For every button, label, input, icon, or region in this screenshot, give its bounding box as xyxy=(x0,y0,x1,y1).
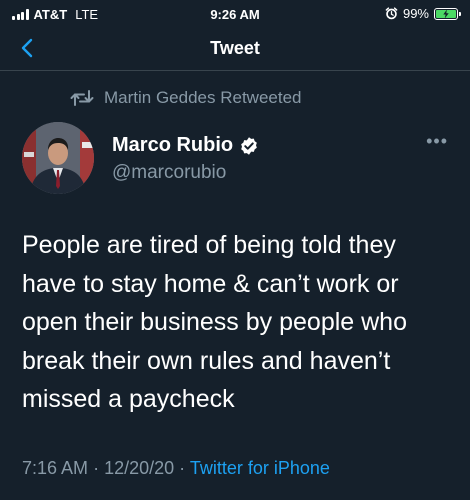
more-button[interactable]: ••• xyxy=(426,132,448,150)
more-horizontal-icon: ••• xyxy=(426,131,448,151)
battery-level xyxy=(436,9,456,18)
retweet-icon xyxy=(70,89,94,107)
alarm-icon xyxy=(385,7,398,20)
battery-charging-icon xyxy=(434,7,461,20)
status-bar: AT&T LTE 9:26 AM 99% xyxy=(0,0,470,28)
tweet-time: 7:16 AM xyxy=(22,458,89,478)
status-right: 99% xyxy=(385,6,461,21)
tweet-meta: 7:16 AM · 12/20/20 · Twitter for iPhone xyxy=(22,458,330,479)
meta-separator: · xyxy=(93,458,100,478)
battery-percent: 99% xyxy=(402,6,429,21)
tweet-text: People are tired of being told they have… xyxy=(22,231,407,413)
author-handle[interactable]: @marcorubio xyxy=(112,162,226,184)
author-name[interactable]: Marco Rubio xyxy=(112,134,259,157)
meta-separator: · xyxy=(179,458,186,478)
retweet-label: Martin Geddes Retweeted xyxy=(104,88,302,107)
retweet-context[interactable]: Martin Geddes Retweeted xyxy=(70,88,302,108)
tweet-source-link[interactable]: Twitter for iPhone xyxy=(190,458,330,478)
page-title: Tweet xyxy=(210,38,260,58)
avatar[interactable] xyxy=(22,122,94,194)
nav-bar: Tweet xyxy=(0,28,470,71)
tweet-date: 12/20/20 xyxy=(104,458,175,478)
author-name-text: Marco Rubio xyxy=(112,134,234,156)
verified-icon xyxy=(239,136,259,156)
